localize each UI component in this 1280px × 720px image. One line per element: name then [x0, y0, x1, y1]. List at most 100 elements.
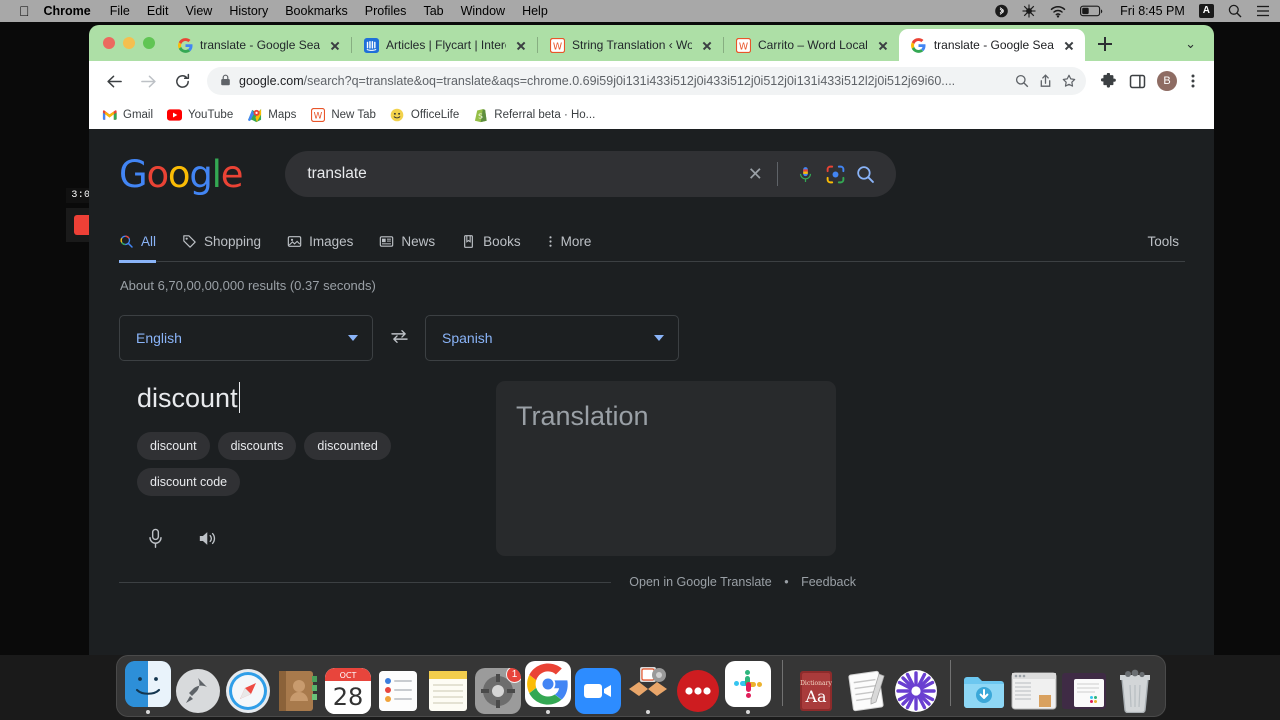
battery-icon[interactable]	[1080, 5, 1104, 17]
new-tab-button[interactable]	[1091, 30, 1119, 58]
suggestion-chip[interactable]: discounted	[304, 432, 391, 460]
menu-item-tab[interactable]: Tab	[423, 4, 443, 18]
menu-item-profiles[interactable]: Profiles	[365, 4, 407, 18]
input-source-badge[interactable]: A	[1198, 4, 1214, 18]
menu-item-file[interactable]: File	[110, 4, 130, 18]
dock-item-downloads-folder[interactable]	[961, 656, 1008, 714]
maximize-window-button[interactable]	[143, 37, 155, 49]
dock-item-stocks[interactable]	[893, 656, 940, 714]
tab-carrito[interactable]: W Carrito – Word Local	[723, 29, 899, 61]
bookmark-referral-beta[interactable]: S Referral beta · Ho...	[466, 108, 602, 123]
dock-item-zoom[interactable]	[575, 656, 622, 714]
search-input[interactable]: translate	[307, 165, 743, 183]
dock-item-chrome[interactable]	[525, 656, 572, 714]
bookmark-star-icon[interactable]	[1062, 74, 1076, 88]
tab-images[interactable]: Images	[287, 221, 379, 262]
dock-item-dictionary[interactable]: Dictionary Aa	[793, 656, 840, 714]
bookmark-new-tab[interactable]: W New Tab	[303, 108, 383, 123]
dock-item-slack[interactable]	[725, 656, 772, 714]
address-bar[interactable]: google.com/search?q=translate&oq=transla…	[207, 67, 1086, 95]
tab-close-icon[interactable]	[1061, 37, 1077, 53]
google-logo[interactable]: Google	[119, 156, 244, 193]
menu-item-edit[interactable]: Edit	[147, 4, 169, 18]
tab-close-icon[interactable]	[875, 37, 891, 53]
sun-icon[interactable]	[1022, 4, 1036, 18]
chrome-menu-icon[interactable]	[1180, 67, 1206, 95]
zoom-icon[interactable]	[1015, 74, 1029, 88]
open-in-google-translate-link[interactable]: Open in Google Translate	[629, 575, 771, 589]
wifi-icon[interactable]	[1050, 5, 1066, 18]
target-panel[interactable]: Translation	[496, 381, 836, 556]
tab-more[interactable]: More	[547, 221, 618, 262]
suggestion-chip[interactable]: discounts	[217, 432, 297, 460]
bookmark-officelife[interactable]: OfficeLife	[383, 108, 466, 123]
source-text-area[interactable]: discount	[137, 381, 459, 415]
dock-item-reminders[interactable]	[374, 656, 421, 714]
google-lens-icon[interactable]	[820, 164, 850, 185]
tab-all[interactable]: All	[119, 221, 182, 263]
menu-item-view[interactable]: View	[185, 4, 212, 18]
google-search-box[interactable]: translate ✕	[285, 151, 897, 197]
dock-item-dropbox[interactable]	[625, 656, 672, 714]
extensions-puzzle-icon[interactable]	[1095, 67, 1121, 95]
dock-item-contacts[interactable]	[274, 656, 321, 714]
dock-item-textedit[interactable]	[843, 656, 890, 714]
forward-button[interactable]	[134, 67, 162, 95]
tab-search-chevron-down-icon[interactable]: ⌄	[1185, 36, 1196, 52]
dock-item-system-preferences[interactable]: 1	[474, 656, 521, 714]
dock-item-window-preview-finder[interactable]	[1011, 656, 1058, 714]
reload-button[interactable]	[168, 67, 196, 95]
clear-search-icon[interactable]: ✕	[743, 164, 767, 185]
menu-item-window[interactable]: Window	[461, 4, 505, 18]
dock-item-notes[interactable]	[424, 656, 471, 714]
tab-divider	[351, 37, 352, 53]
bookmark-gmail[interactable]: Gmail	[95, 108, 160, 123]
back-button[interactable]	[100, 67, 128, 95]
speaker-icon[interactable]	[198, 529, 218, 548]
menu-item-history[interactable]: History	[229, 4, 268, 18]
tab-translate-1[interactable]: translate - Google Search	[165, 29, 351, 61]
menubar-clock[interactable]: Fri 8:45 PM	[1120, 4, 1185, 18]
dock-item-window-preview-slack[interactable]	[1061, 656, 1108, 714]
microphone-icon[interactable]	[147, 528, 164, 549]
tools-button[interactable]: Tools	[1147, 234, 1185, 249]
dock-item-finder[interactable]	[124, 656, 171, 714]
bookmark-maps[interactable]: Maps	[240, 108, 303, 123]
source-language-select[interactable]: English	[119, 315, 373, 361]
target-language-select[interactable]: Spanish	[425, 315, 679, 361]
suggestion-chip[interactable]: discount code	[137, 468, 241, 496]
tab-books[interactable]: Books	[461, 221, 547, 262]
dock-item-launchpad[interactable]	[174, 656, 221, 714]
profile-avatar[interactable]: B	[1157, 71, 1177, 91]
bookmark-youtube[interactable]: YouTube	[160, 108, 240, 123]
microphone-icon[interactable]	[790, 164, 820, 185]
macos-menu-bar:  Chrome File Edit View History Bookmark…	[0, 0, 1280, 22]
dock-item-trash[interactable]	[1111, 656, 1158, 714]
tab-close-icon[interactable]	[513, 37, 529, 53]
control-center-icon[interactable]	[1256, 5, 1270, 17]
bluetooth-icon[interactable]	[995, 4, 1008, 18]
spotlight-search-icon[interactable]	[1228, 4, 1242, 18]
menu-item-help[interactable]: Help	[522, 4, 548, 18]
search-icon[interactable]	[850, 164, 880, 185]
minimize-window-button[interactable]	[123, 37, 135, 49]
feedback-link[interactable]: Feedback	[801, 575, 856, 589]
side-panel-icon[interactable]	[1124, 67, 1150, 95]
swap-languages-button[interactable]	[373, 329, 425, 348]
menu-item-bookmarks[interactable]: Bookmarks	[285, 4, 348, 18]
tab-string-translation[interactable]: W String Translation ‹ Word	[537, 29, 723, 61]
dock-item-podcast-recorder[interactable]	[675, 656, 722, 714]
dock-item-safari[interactable]	[224, 656, 271, 714]
tab-close-icon[interactable]	[327, 37, 343, 53]
apple-menu-icon[interactable]: 	[19, 4, 30, 18]
share-icon[interactable]	[1039, 74, 1052, 88]
tab-close-icon[interactable]	[699, 37, 715, 53]
tab-articles-flycart[interactable]: Articles | Flycart | Interco	[351, 29, 537, 61]
dock-item-calendar[interactable]: OCT 28	[324, 656, 371, 714]
suggestion-chip[interactable]: discount	[137, 432, 210, 460]
tab-news[interactable]: News	[379, 221, 461, 262]
menu-item-chrome[interactable]: Chrome	[44, 4, 91, 18]
tab-shopping[interactable]: Shopping	[182, 221, 287, 262]
tab-translate-active[interactable]: translate - Google Search	[898, 29, 1085, 61]
close-window-button[interactable]	[103, 37, 115, 49]
